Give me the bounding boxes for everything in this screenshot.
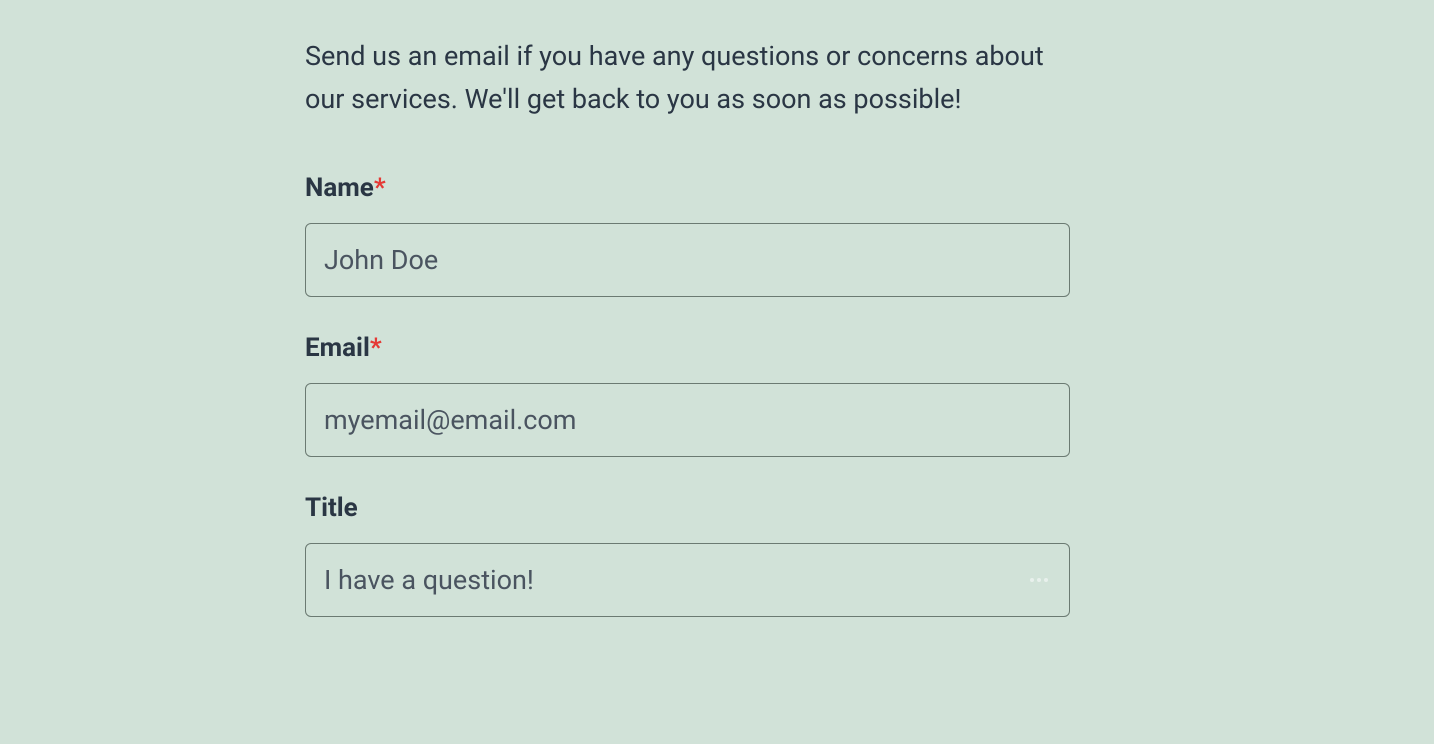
title-input[interactable] <box>305 543 1070 617</box>
name-label-text: Name <box>305 173 374 203</box>
name-label: Name* <box>305 173 1070 203</box>
intro-text: Send us an email if you have any questio… <box>305 35 1070 121</box>
contact-form-container: Send us an email if you have any questio… <box>305 35 1070 617</box>
title-input-wrapper <box>305 543 1070 617</box>
title-label-text: Title <box>305 493 358 523</box>
title-label: Title <box>305 493 1070 523</box>
name-required-marker: * <box>374 173 386 203</box>
email-label: Email* <box>305 333 1070 363</box>
email-label-text: Email <box>305 333 370 363</box>
name-field-group: Name* <box>305 173 1070 297</box>
title-field-group: Title <box>305 493 1070 617</box>
email-required-marker: * <box>370 333 382 363</box>
email-input[interactable] <box>305 383 1070 457</box>
email-field-group: Email* <box>305 333 1070 457</box>
name-input[interactable] <box>305 223 1070 297</box>
